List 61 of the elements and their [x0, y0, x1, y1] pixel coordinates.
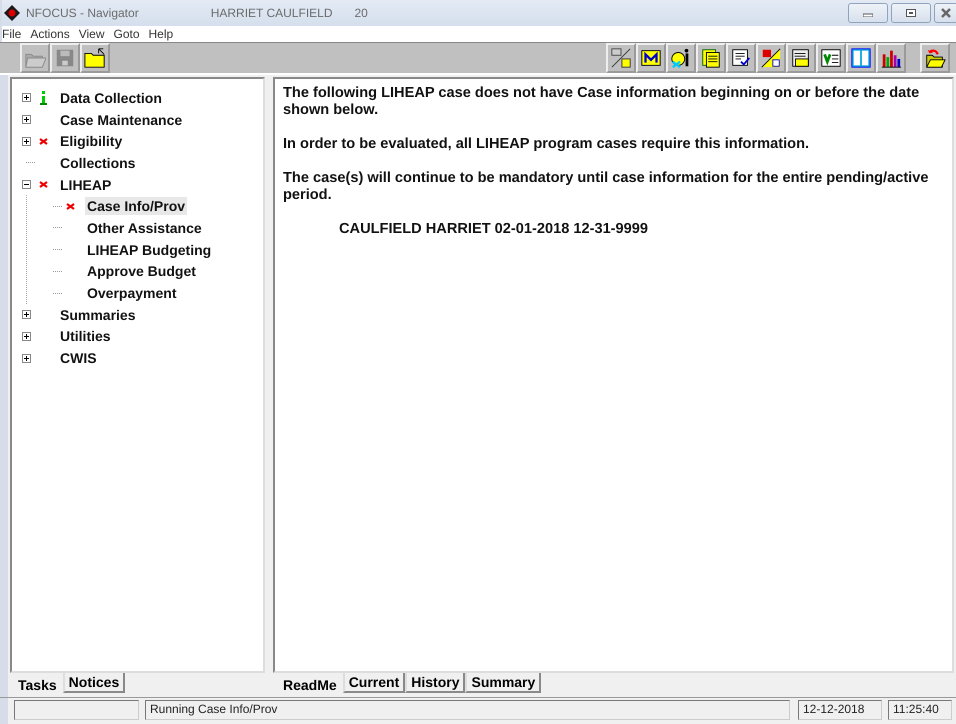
toolbar-button[interactable] — [756, 43, 786, 73]
case-name: HARRIET CAULFIELD — [210, 6, 332, 20]
toolbar-button[interactable] — [920, 43, 950, 73]
tree-item[interactable]: LIHEAP Budgeting — [85, 240, 214, 259]
tree-item[interactable]: Collections — [58, 154, 138, 172]
menu-item[interactable]: File — [2, 26, 22, 42]
menu-item[interactable]: Actions — [30, 26, 70, 42]
window-title: NFOCUS - Navigator — [26, 6, 139, 20]
tree-item[interactable]: Approve Budget — [85, 262, 198, 280]
toolbar-button[interactable] — [80, 43, 110, 73]
toolbar-button[interactable] — [666, 43, 696, 73]
status-time: 11:25:40 — [888, 700, 952, 720]
case-line: CAULFIELD HARRIET 02-01-2018 12-31-9999 — [338, 221, 650, 238]
layout-icon — [850, 46, 872, 70]
tree-item[interactable]: Eligibility — [58, 132, 124, 150]
tab[interactable]: Summary — [465, 673, 542, 693]
tree-item[interactable]: Overpayment — [85, 284, 178, 302]
toolbar-button[interactable] — [726, 43, 756, 73]
expand-icon[interactable] — [22, 136, 31, 146]
tree-item[interactable]: Summaries — [58, 306, 138, 324]
status-date: 12-12-2018 — [798, 700, 882, 720]
message-text: The following LIHEAP case does not have Case information beginning on or before the date shown below. — [283, 85, 920, 119]
restore-icon — [906, 9, 916, 17]
case-number: 20 — [354, 6, 368, 20]
folder-icon — [84, 46, 106, 70]
menu-item[interactable]: Help — [148, 26, 174, 42]
tree-item[interactable]: Utilities — [58, 327, 113, 346]
minimize-button[interactable] — [848, 3, 888, 23]
toolbar-button[interactable] — [696, 43, 726, 73]
menu-item[interactable]: View — [78, 26, 104, 42]
toolbar-button[interactable] — [636, 43, 666, 73]
tab[interactable]: History — [405, 673, 466, 693]
toolbar-button[interactable] — [846, 43, 876, 73]
app-icon — [4, 5, 20, 21]
menu-item[interactable]: Goto — [114, 26, 140, 42]
expand-icon[interactable] — [22, 115, 31, 124]
tab[interactable]: Notices — [62, 673, 126, 693]
toolbar-button[interactable] — [816, 43, 846, 73]
tab[interactable]: Current — [342, 673, 406, 693]
expand-icon[interactable] — [22, 310, 31, 320]
toolbar-button[interactable] — [606, 43, 636, 73]
expand-icon[interactable] — [22, 354, 31, 363]
expand-icon[interactable] — [22, 93, 31, 102]
status-message: Running Case Info/Prov — [145, 700, 790, 720]
tree-item[interactable]: Data Collection — [58, 88, 164, 107]
computer-icon — [610, 46, 632, 70]
flag-icon — [760, 46, 782, 70]
tree-item[interactable]: CWIS — [58, 349, 99, 368]
tree-item[interactable]: Case Info/Prov — [85, 197, 188, 216]
toolbar-button[interactable] — [786, 43, 816, 73]
tree-item[interactable]: LIHEAP — [58, 176, 114, 194]
tree-item[interactable]: Case Maintenance — [58, 110, 184, 129]
toolbar-button[interactable] — [876, 43, 906, 73]
close-icon — [941, 8, 951, 18]
expand-icon[interactable] — [22, 332, 31, 341]
message-text: The case(s) will continue to be mandatory until case information for the entire pending/active period. — [283, 170, 930, 204]
collapse-icon[interactable] — [22, 180, 31, 190]
message-text: In order to be evaluated, all LIHEAP program cases require this information. — [283, 136, 810, 153]
close-button[interactable] — [934, 3, 956, 23]
tree-item[interactable]: Other Assistance — [85, 218, 204, 237]
maximize-button[interactable] — [891, 3, 931, 23]
